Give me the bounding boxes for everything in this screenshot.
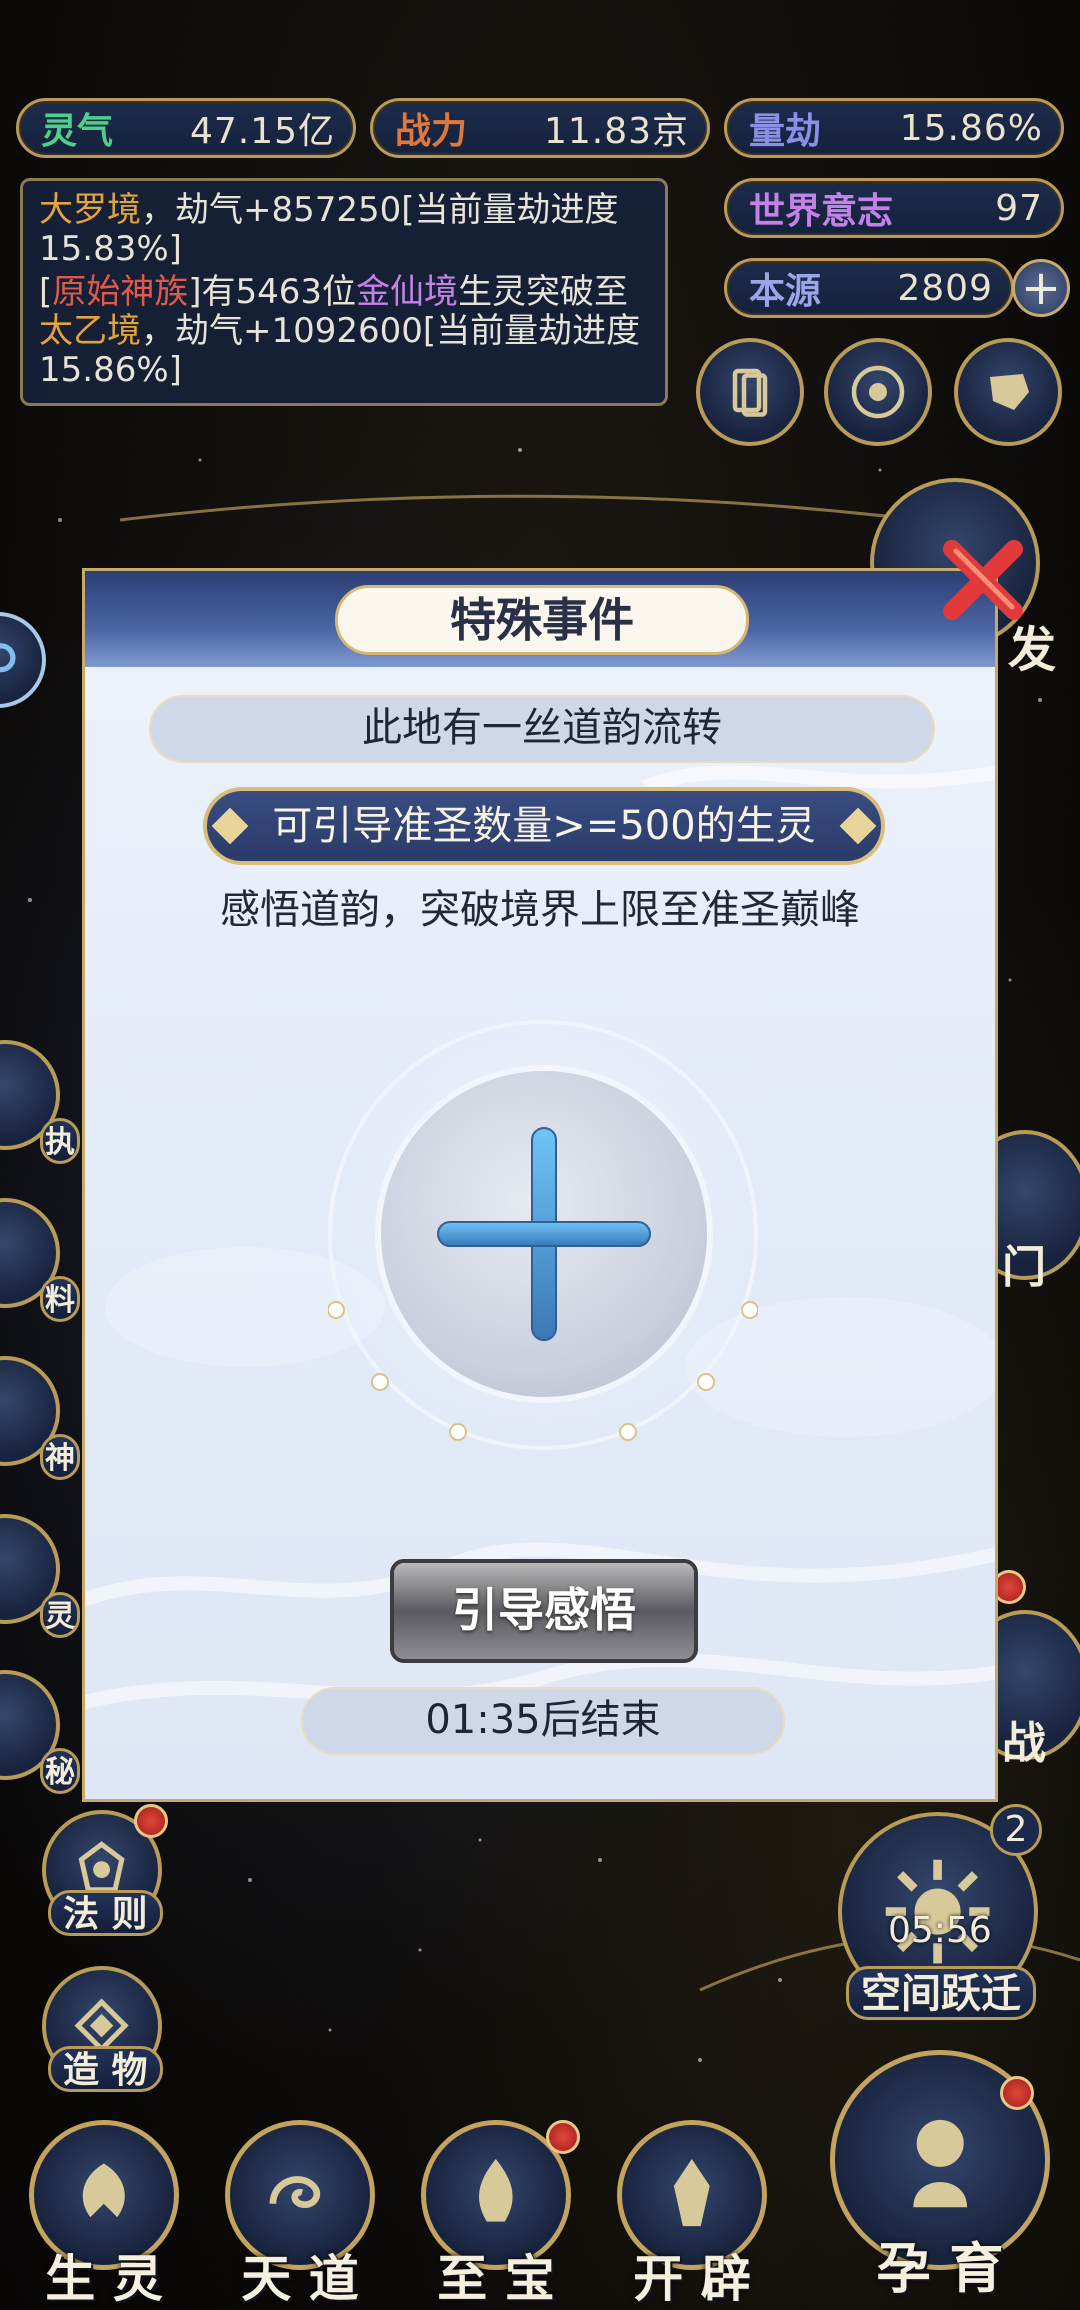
countdown-timer: 01:35后结束 — [301, 1687, 785, 1755]
close-icon — [943, 540, 1023, 620]
benyuan-add-button[interactable]: + — [1012, 259, 1070, 317]
nav-tiandao-emblem — [225, 2120, 375, 2270]
nav-shengling-label: 生 灵 — [45, 2250, 163, 2308]
flame-treasure-icon — [479, 2159, 513, 2222]
nav-kaipi-label: 开 辟 — [633, 2250, 751, 2308]
log-text: 生灵突破至 — [458, 272, 629, 312]
nav-tiandao[interactable]: 天 道 — [210, 2120, 390, 2310]
zhanli-label: 战力 — [395, 111, 468, 152]
scroll-icon — [990, 374, 1029, 410]
cloud-swirl-icon — [269, 2176, 321, 2209]
log-realm: 太乙境 — [39, 311, 141, 351]
nav-zhibao-label: 至 宝 — [437, 2250, 555, 2308]
nav-zhibao[interactable]: 至 宝 — [406, 2120, 586, 2310]
zhanli-value: 11.83京 — [543, 111, 689, 152]
benyuan-label: 本源 — [749, 271, 822, 312]
side-label-partial-1: 执 — [40, 1118, 80, 1164]
liangjie-bar[interactable]: 量劫 15.86% — [724, 98, 1064, 158]
crystal-icon — [674, 2159, 710, 2227]
shijie-value: 97 — [995, 187, 1043, 229]
log-realm: 大罗境 — [39, 190, 141, 230]
side-label-partial-4: 灵 — [40, 1592, 80, 1638]
event-subtitle: 此地有一丝道韵流转 — [149, 695, 935, 763]
plus-icon — [437, 1127, 651, 1341]
scroll-button[interactable] — [954, 338, 1062, 446]
log-entry: 大罗境，劫气+857250[当前量劫进度15.83%] — [39, 191, 649, 269]
card-button[interactable] — [696, 338, 804, 446]
space-jump-timer: 05:56 — [888, 1910, 992, 1951]
shijie-label: 世界意志 — [749, 191, 894, 232]
log-realm: 金仙境 — [356, 272, 459, 312]
close-dialog-button[interactable] — [928, 525, 1038, 635]
space-jump-label: 空间跃迁 — [846, 1966, 1036, 2020]
log-text: ]有5463位 — [188, 272, 357, 312]
embryo-icon — [913, 2119, 967, 2208]
zaowu-label: 造 物 — [48, 2046, 163, 2092]
nav-yunyu[interactable]: 孕 育 — [820, 2050, 1060, 2310]
nav-yunyu-label: 孕 育 — [876, 2237, 1004, 2300]
men-label: 门 — [1002, 1242, 1046, 1293]
nav-kaipi[interactable]: 开 辟 — [602, 2120, 782, 2310]
shijie-bar[interactable]: 世界意志 97 — [724, 178, 1064, 238]
event-log: 大罗境，劫气+857250[当前量劫进度15.83%] [原始神族]有5463位… — [20, 178, 668, 406]
nav-tiandao-label: 天 道 — [241, 2250, 359, 2308]
lingqi-value: 47.15亿 — [189, 111, 335, 152]
liangjie-label: 量劫 — [749, 111, 822, 152]
zhanli-bar[interactable]: 战力 11.83京 — [370, 98, 710, 158]
event-description: 感悟道韵，突破境界上限至准圣巅峰 — [220, 887, 860, 933]
side-label-partial-2: 料 — [40, 1276, 80, 1322]
nav-shengling[interactable]: 生 灵 — [14, 2120, 194, 2310]
nav-kaipi-emblem — [617, 2120, 767, 2270]
faze-label: 法 则 — [48, 1890, 163, 1936]
search-button[interactable] — [0, 612, 46, 708]
side-label-partial-5: 秘 — [40, 1748, 80, 1794]
notification-dot — [1000, 2076, 1034, 2110]
guide-comprehend-button[interactable]: 引导感悟 — [390, 1559, 698, 1663]
benyuan-bar[interactable]: 本源 2809 — [724, 258, 1014, 318]
liangjie-value: 15.86% — [899, 107, 1043, 149]
side-label-partial-3: 神 — [40, 1434, 80, 1480]
benyuan-value: 2809 — [897, 267, 993, 309]
log-entry: [原始神族]有5463位金仙境生灵突破至太乙境，劫气+1092600[当前量劫进… — [39, 273, 649, 390]
nav-shengling-emblem — [29, 2120, 179, 2270]
notification-dot — [546, 2120, 580, 2154]
card-icon — [732, 368, 768, 417]
swirl-icon — [851, 365, 905, 419]
phoenix-icon — [83, 2163, 125, 2218]
lingqi-bar[interactable]: 灵气 47.15亿 — [16, 98, 356, 158]
log-race: 原始神族 — [52, 272, 189, 312]
lingqi-label: 灵气 — [41, 111, 114, 152]
search-icon — [0, 642, 16, 672]
add-being-slot[interactable] — [375, 1065, 713, 1403]
portal-button[interactable] — [824, 338, 932, 446]
dialog-title: 特殊事件 — [335, 585, 749, 655]
requirement-banner: 可引导准圣数量>=500的生灵 — [203, 787, 885, 865]
log-text: [ — [39, 272, 53, 312]
zhan-label: 战 — [1002, 1718, 1046, 1769]
notification-dot — [134, 1804, 168, 1838]
special-event-dialog: 特殊事件 此地有一丝道韵流转 可引导准圣数量>=500的生灵 感悟道韵，突破境界… — [82, 568, 998, 1802]
space-jump-badge: 2 — [990, 1804, 1042, 1856]
